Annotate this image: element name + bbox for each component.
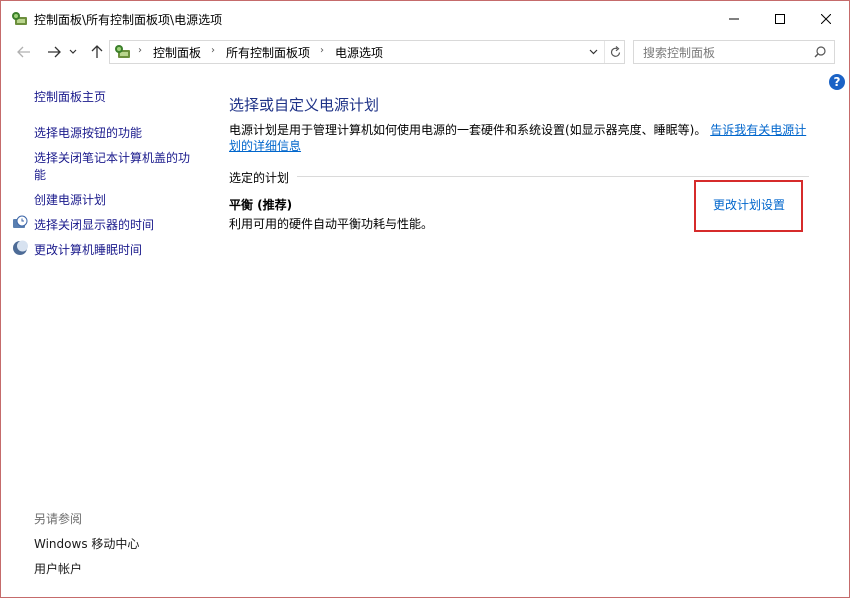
sidebar-item-label: 选择关闭笔记本计算机盖的功 <box>34 151 191 165</box>
control-panel-home-link[interactable]: 控制面板主页 <box>34 88 106 105</box>
breadcrumb-item[interactable]: 控制面板 <box>153 44 201 61</box>
forward-button[interactable] <box>42 41 66 63</box>
breadcrumb-separator-icon: › <box>138 45 142 56</box>
refresh-button[interactable] <box>604 41 625 63</box>
control-panel-icon <box>115 45 130 58</box>
minimize-icon <box>729 18 739 20</box>
learn-more-link-text: 划的详细信息 <box>229 139 302 153</box>
description-text: 电源计划是用于管理计算机如何使用电源的一套硬件和系统设置(如显示器亮度、睡眠等)… <box>229 123 707 137</box>
address-dropdown-button[interactable] <box>584 41 602 63</box>
arrow-right-icon <box>48 46 61 58</box>
sidebar-item-sleep-time[interactable]: 更改计算机睡眠时间 <box>34 241 142 258</box>
selected-plan-heading: 选定的计划 <box>229 171 290 185</box>
monitor-clock-icon <box>13 215 28 228</box>
plan-description: 利用可用的硬件自动平衡功耗与性能。 <box>229 217 434 231</box>
close-button[interactable] <box>803 1 849 37</box>
up-button[interactable] <box>85 41 109 63</box>
recent-locations-button[interactable] <box>65 41 81 63</box>
page-title: 选择或自定义电源计划 <box>229 96 380 114</box>
maximize-button[interactable] <box>757 1 803 37</box>
control-panel-icon <box>12 12 27 25</box>
chevron-down-icon <box>589 49 597 55</box>
back-button[interactable] <box>12 41 36 63</box>
sidebar-item-display-off[interactable]: 选择关闭显示器的时间 <box>34 216 154 233</box>
control-panel-window: 控制面板\所有控制面板项\电源选项 › 控制面板 › 所有控制面板项 › 电源选… <box>0 0 850 598</box>
address-bar[interactable]: › 控制面板 › 所有控制面板项 › 电源选项 <box>109 40 625 64</box>
breadcrumb-item[interactable]: 所有控制面板项 <box>226 44 310 61</box>
see-also-heading: 另请参阅 <box>34 512 83 526</box>
title-bar: 控制面板\所有控制面板项\电源选项 <box>1 1 849 37</box>
close-icon <box>821 14 831 24</box>
arrow-left-icon <box>17 46 30 58</box>
plan-name: 平衡 (推荐) <box>229 198 293 212</box>
search-icon[interactable] <box>814 46 826 58</box>
minimize-button[interactable] <box>711 1 757 37</box>
refresh-icon <box>610 46 620 57</box>
user-accounts-link[interactable]: 用户帐户 <box>34 560 82 577</box>
maximize-icon <box>775 14 785 24</box>
arrow-up-icon <box>91 45 103 58</box>
search-input[interactable]: 搜索控制面板 <box>633 40 835 64</box>
sidebar-item-create-plan[interactable]: 创建电源计划 <box>34 191 106 208</box>
breadcrumb-separator-icon: › <box>211 45 215 56</box>
sidebar-item-power-button[interactable]: 选择电源按钮的功能 <box>34 124 142 141</box>
section-divider <box>297 176 809 177</box>
help-icon[interactable]: ? <box>829 74 845 90</box>
search-placeholder: 搜索控制面板 <box>643 46 716 60</box>
breadcrumb-separator-icon: › <box>320 45 324 56</box>
window-title: 控制面板\所有控制面板项\电源选项 <box>34 13 223 27</box>
learn-more-link-text: 告诉我有关电源计 <box>710 123 807 137</box>
sidebar-item-label: 能 <box>34 168 47 182</box>
moon-icon <box>13 240 28 255</box>
change-plan-settings-link[interactable]: 更改计划设置 <box>713 196 785 213</box>
page-description: 电源计划是用于管理计算机如何使用电源的一套硬件和系统设置(如显示器亮度、睡眠等)… <box>229 122 809 154</box>
windows-mobility-center-link[interactable]: Windows 移动中心 <box>34 535 139 552</box>
breadcrumb-item[interactable]: 电源选项 <box>335 44 383 61</box>
chevron-down-icon <box>69 49 77 54</box>
